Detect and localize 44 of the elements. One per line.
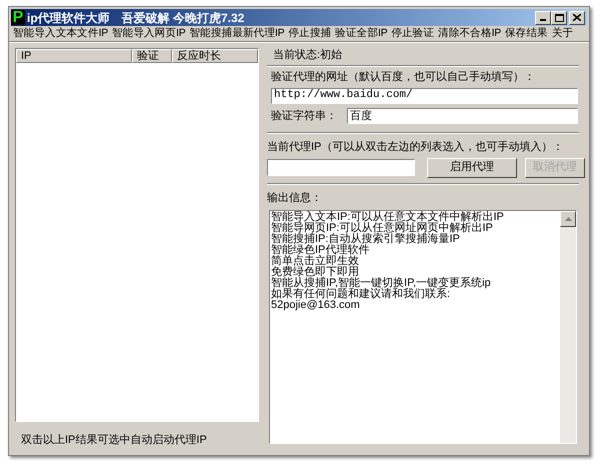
output-line: 免费绿色即下即用: [271, 267, 359, 278]
app-logo: P: [11, 10, 25, 25]
output-line: 如果有任何问题和建议请和我们联系:: [271, 289, 452, 300]
menu-item[interactable]: 智能导入网页IP: [110, 26, 188, 42]
enable-proxy-button[interactable]: 启用代理: [427, 158, 517, 178]
menu-item[interactable]: 智能导入文本文件IP: [11, 26, 110, 42]
ip-list[interactable]: IP 验证 反应时长: [15, 48, 259, 422]
menu-item[interactable]: 智能搜捕最新代理IP: [187, 26, 286, 42]
output-line: 智能绿色IP代理软件: [271, 245, 370, 256]
url-field[interactable]: http://www.baidu.com/: [271, 88, 578, 104]
menu-item[interactable]: 停止搜捕: [286, 26, 334, 42]
output-line: 智能搜捕IP:自动从搜索引擎搜捕海量IP: [271, 234, 461, 245]
output-line: 智能导入文本IP:可以从任意文本文件中解析出IP: [271, 212, 505, 223]
proxy-field[interactable]: [267, 159, 415, 176]
menu-item[interactable]: 验证全部IP: [333, 26, 390, 42]
proxy-label: 当前代理IP（可以从双击左边的列表选入，也可手动填入）：: [267, 140, 564, 155]
column-header[interactable]: IP: [16, 49, 132, 63]
menu-item[interactable]: 清除不合格IP: [436, 26, 503, 42]
window-title: ip代理软件大师 吾爱破解 今晚打虎7.32: [27, 10, 244, 26]
menu-item[interactable]: 关于: [550, 26, 576, 42]
maximize-icon: [554, 14, 564, 22]
output-box[interactable]: 智能导入文本IP:可以从任意文本文件中解析出IP 智能导网页IP:可以从任意网址网页中解析出IP 智能搜捕IP:自动从搜索引擎搜捕海量IP 智能绿色IP代理软件 简单点击立即生效 免费绿色即下即用 智能从搜捕IP,智能一键切换IP,一键变更系统ip 如果有任何问题和建议请和我们联系: 52pojie@163.com: [269, 210, 577, 444]
output-label: 输出信息：: [267, 190, 323, 206]
menu-item[interactable]: 保存结果: [502, 26, 550, 42]
maximize-button[interactable]: [551, 10, 567, 24]
minimize-button[interactable]: [535, 10, 551, 24]
url-label: 验证代理的网址（默认百度，也可以自己手动填写）：: [271, 70, 536, 85]
hint-text: 双击以上IP结果可选中自动启动代理IP: [21, 432, 208, 448]
output-line: 简单点击立即生效: [271, 256, 360, 267]
close-button[interactable]: [569, 10, 585, 24]
verify-string-label: 验证字符串：: [271, 108, 338, 124]
scrollbar[interactable]: [560, 211, 576, 443]
output-line: 智能导网页IP:可以从任意网址网页中解析出IP: [271, 223, 494, 234]
menu-item[interactable]: 停止验证: [389, 26, 436, 42]
output-line: 智能从搜捕IP,智能一键切换IP,一键变更系统ip: [271, 278, 492, 289]
verify-string-field[interactable]: 百度: [347, 108, 578, 124]
minimize-icon: [540, 18, 546, 20]
column-header[interactable]: 反应时长: [172, 49, 258, 63]
output-line: 52pojie@163.com: [271, 300, 361, 311]
up-arrow-icon: [564, 217, 572, 221]
scroll-up-button[interactable]: [560, 211, 576, 227]
column-header[interactable]: 验证: [132, 49, 172, 63]
status-text: 当前状态:初始: [273, 48, 344, 62]
close-icon: [573, 14, 581, 21]
